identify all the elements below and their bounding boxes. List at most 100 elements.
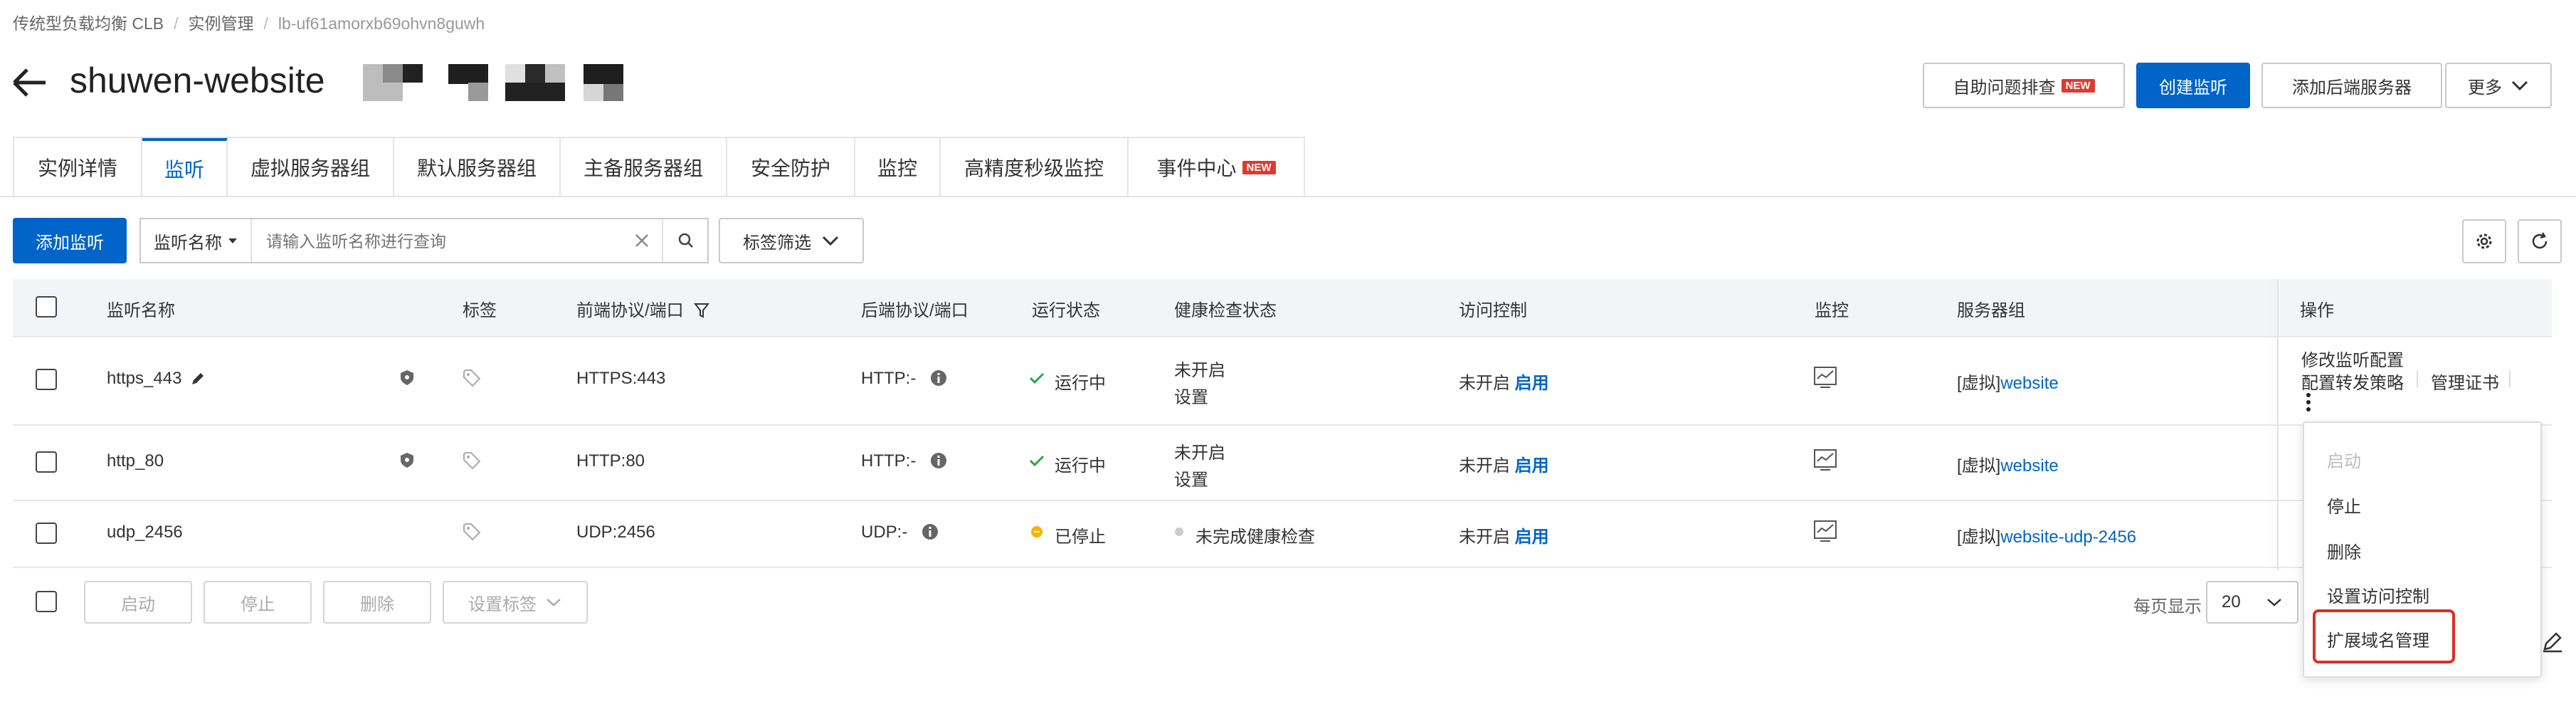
- shield-icon: [401, 453, 413, 468]
- listener-name-link[interactable]: https_443: [107, 369, 181, 389]
- tag-icon[interactable]: [463, 523, 482, 541]
- acl-status: 未开启 启用: [1459, 523, 1549, 547]
- tab-default-server-group[interactable]: 默认服务器组: [394, 138, 561, 196]
- breadcrumb-item-instances[interactable]: 实例管理: [189, 14, 254, 33]
- troubleshoot-button[interactable]: 自助问题排查 NEW: [1923, 63, 2125, 108]
- run-status: 运行中: [1055, 374, 1106, 393]
- acl-status-text: 未开启: [1459, 528, 1510, 547]
- server-group-link[interactable]: website: [2000, 374, 2058, 393]
- listener-name-link[interactable]: udp_2456: [107, 523, 183, 542]
- bulk-stop-button[interactable]: 停止: [204, 581, 312, 624]
- select-all-checkbox[interactable]: [36, 296, 57, 317]
- chevron-down-icon: [2267, 599, 2281, 607]
- breadcrumb-separator: /: [174, 14, 179, 33]
- menu-item-stop[interactable]: 停止: [2327, 493, 2361, 518]
- page-size-select[interactable]: 20: [2206, 581, 2298, 624]
- tab-primary-backup-group[interactable]: 主备服务器组: [561, 138, 727, 196]
- check-icon: [1029, 372, 1045, 384]
- row-checkbox[interactable]: [36, 369, 57, 390]
- search-field-select[interactable]: 监听名称: [141, 219, 252, 262]
- info-icon[interactable]: [921, 523, 939, 541]
- chevron-down-icon: [2511, 80, 2528, 91]
- listener-name-link[interactable]: http_80: [107, 451, 164, 471]
- monitor-chart-icon[interactable]: [1813, 366, 1837, 389]
- highlight-box: [2313, 609, 2455, 663]
- info-icon[interactable]: [929, 369, 948, 387]
- breadcrumb: 传统型负载均衡 CLB / 实例管理 / lb-uf61amorxb69ohvn8guw…: [13, 10, 485, 34]
- page-size-value: 20: [2222, 592, 2241, 612]
- bulk-delete-button[interactable]: 删除: [323, 581, 431, 624]
- tag-icon[interactable]: [463, 451, 482, 470]
- forwarding-policy-link[interactable]: 配置转发策略: [2301, 369, 2404, 394]
- row-divider: [13, 336, 2552, 337]
- acl-enable-link[interactable]: 启用: [1515, 374, 1549, 393]
- modify-listener-link[interactable]: 修改监听配置: [2301, 346, 2404, 371]
- clear-icon[interactable]: [632, 231, 652, 251]
- edit-icon[interactable]: [189, 370, 206, 387]
- search-input[interactable]: [265, 226, 623, 256]
- acl-enable-link[interactable]: 启用: [1515, 528, 1549, 547]
- stopped-status-icon: [1031, 526, 1042, 537]
- monitor-chart-icon[interactable]: [1813, 448, 1837, 471]
- acl-status-text: 未开启: [1459, 374, 1510, 393]
- back-arrow-icon[interactable]: [11, 64, 48, 101]
- search-icon: [678, 233, 693, 248]
- row-checkbox[interactable]: [36, 451, 57, 473]
- bulk-start-button[interactable]: 启动: [84, 581, 192, 624]
- new-badge: NEW: [2061, 78, 2095, 93]
- breadcrumb-separator: /: [263, 14, 268, 33]
- col-server-group: 服务器组: [1957, 301, 2025, 320]
- filter-icon[interactable]: [694, 302, 710, 319]
- col-actions: 操作: [2300, 301, 2334, 320]
- frontend-port: UDP:2456: [576, 523, 655, 542]
- tab-security[interactable]: 安全防护: [727, 138, 855, 196]
- tag-filter-button[interactable]: 标签筛选: [719, 218, 864, 263]
- health-settings-link[interactable]: 设置: [1174, 466, 1208, 490]
- create-listener-button[interactable]: 创建监听: [2136, 63, 2250, 108]
- health-settings-link[interactable]: 设置: [1174, 383, 1208, 408]
- acl-enable-link[interactable]: 启用: [1515, 456, 1549, 476]
- tab-divider: [0, 196, 2576, 197]
- server-group-prefix: [虚拟]: [1957, 374, 2001, 393]
- server-group-link[interactable]: website-udp-2456: [2000, 528, 2136, 547]
- bulk-set-tags-button[interactable]: 设置标签: [443, 581, 588, 624]
- info-icon[interactable]: [929, 451, 948, 470]
- tab-virtual-server-groups[interactable]: 虚拟服务器组: [228, 138, 394, 196]
- tab-listeners[interactable]: 监听: [142, 138, 228, 196]
- more-label: 更多: [2468, 78, 2502, 98]
- refresh-button[interactable]: [2518, 219, 2562, 263]
- tab-monitoring[interactable]: 监控: [855, 138, 941, 196]
- acl-status: 未开启 启用: [1459, 451, 1549, 476]
- redacted-mosaic: [363, 63, 633, 103]
- row-checkbox[interactable]: [36, 523, 57, 544]
- tab-second-level-monitoring[interactable]: 高精度秒级监控: [941, 138, 1129, 196]
- menu-item-access-control[interactable]: 设置访问控制: [2327, 582, 2429, 607]
- tag-icon[interactable]: [463, 369, 482, 387]
- status-dot-icon: [1175, 528, 1183, 536]
- manage-certificate-link[interactable]: 管理证书: [2431, 369, 2499, 394]
- footer-select-all-checkbox[interactable]: [36, 591, 57, 612]
- menu-item-start[interactable]: 启动: [2327, 447, 2361, 472]
- monitor-chart-icon[interactable]: [1813, 520, 1837, 542]
- backend-port: HTTP:-: [861, 451, 917, 471]
- tag-filter-label: 标签筛选: [743, 233, 811, 253]
- search-button[interactable]: [662, 219, 709, 262]
- tab-instance-details[interactable]: 实例详情: [14, 138, 142, 196]
- add-listener-button[interactable]: 添加监听: [13, 218, 127, 263]
- actions-column-divider: [2277, 279, 2279, 571]
- server-group-prefix: [虚拟]: [1957, 456, 2001, 476]
- col-health-check: 健康检查状态: [1174, 301, 1277, 320]
- new-badge: NEW: [1242, 160, 1276, 174]
- menu-item-delete[interactable]: 删除: [2327, 538, 2361, 563]
- acl-status-text: 未开启: [1459, 456, 1510, 476]
- breadcrumb-item-clb[interactable]: 传统型负载均衡 CLB: [13, 14, 164, 33]
- feedback-edit-icon[interactable]: [2540, 629, 2565, 654]
- tab-event-center[interactable]: 事件中心 NEW: [1129, 138, 1304, 196]
- more-actions-icon[interactable]: [2304, 392, 2313, 413]
- add-backend-server-button[interactable]: 添加后端服务器: [2261, 63, 2442, 108]
- more-dropdown-button[interactable]: 更多: [2445, 63, 2552, 108]
- settings-button[interactable]: [2462, 219, 2506, 263]
- server-group-link[interactable]: website: [2000, 456, 2058, 476]
- run-status: 运行中: [1055, 456, 1106, 476]
- col-frontend: 前端协议/端口: [576, 296, 710, 321]
